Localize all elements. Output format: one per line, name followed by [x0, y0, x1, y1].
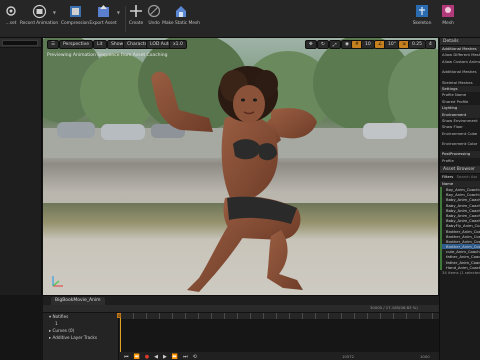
sequencer-panel: BigBookMovie_Anim ▾ Notifies 1 ▸ Curves …: [43, 295, 439, 360]
sequencer-tab-label: BigBookMovie_Anim: [55, 298, 101, 303]
axis-gizmo: [52, 276, 63, 287]
frame-readout: 30000 / 17.185(06.83 %): [370, 305, 418, 310]
lit-button[interactable]: Lit: [93, 40, 107, 49]
scale-icon: ⤢: [333, 42, 337, 48]
track-label: 1: [55, 321, 58, 326]
perspective-label: Perspective: [63, 42, 90, 47]
asset-browser-tab-label: Asset Browser: [443, 167, 475, 173]
globe-icon: ◉: [345, 42, 349, 47]
scale-snap-label: 0.25: [412, 42, 423, 47]
asset-list-item[interactable]: father_Anim_Coaching: [440, 254, 480, 260]
record-icon[interactable]: ●: [145, 354, 149, 360]
perspective-button[interactable]: Perspective: [59, 40, 94, 49]
make-static-mesh-label: Make Static Mesh: [162, 21, 200, 26]
mesh-label: Mesh: [442, 21, 454, 26]
details-property-row[interactable]: Additional Meshes: [440, 69, 480, 75]
record-animation-icon: [31, 3, 47, 19]
translate-icon: ↻: [321, 42, 325, 47]
timeline-ruler[interactable]: [120, 313, 439, 319]
grid-snap-icon: #: [355, 42, 359, 47]
track-notifies[interactable]: ▾ Notifies: [43, 313, 118, 320]
left-panel-search-input[interactable]: [2, 40, 38, 46]
character-model[interactable]: [121, 48, 341, 293]
left-panel: [0, 38, 42, 295]
asset-list-item[interactable]: Brother_Anim_Coaching: [440, 228, 480, 234]
skeleton-mode-button[interactable]: Skeleton: [407, 3, 437, 26]
filters-button[interactable]: Filters: [442, 174, 453, 179]
details-property-row[interactable]: Environment Color: [440, 141, 480, 147]
end-frame-value: 10572: [342, 354, 355, 359]
mesh-icon: [440, 3, 456, 19]
asset-search-input[interactable]: Search Ass: [457, 174, 478, 179]
track-additive-layer[interactable]: ▸ Additive Layer Tracks: [43, 334, 118, 341]
main-toolbar: ...set Record Animation ▼ Compression Ex…: [0, 0, 480, 38]
export-asset-icon: [95, 3, 111, 19]
lit-label: Lit: [97, 42, 103, 47]
camera-speed-label: 4: [429, 42, 432, 47]
left-panel-header: [0, 38, 41, 48]
step-back-icon[interactable]: ⏪: [134, 354, 140, 360]
details-tab-label: Details: [443, 39, 459, 44]
track-curves[interactable]: ▸ Curves (0): [43, 327, 118, 334]
transport-controls: ⏮ ⏪ ● ◀ ▶ ⏩ ⏭ ⟲ 10572 1000: [120, 352, 439, 360]
details-property-row[interactable]: Environment Cube: [440, 131, 480, 137]
step-forward-icon[interactable]: ⏩: [172, 354, 178, 360]
playback-speed-label: x1.0: [173, 42, 183, 47]
static-mesh-icon: [173, 3, 189, 19]
asset-list: Boy_Anim_CoachingBoy_Anim_Coaching2Baby_…: [440, 187, 480, 271]
track-list: ▾ Notifies 1 ▸ Curves (0) ▸ Additive Lay…: [43, 313, 119, 360]
asset-status-text: 34 items (1 selected): [442, 270, 480, 276]
track-notify-1[interactable]: 1: [43, 320, 118, 327]
show-label: Show: [111, 42, 124, 47]
scale-snap-value[interactable]: 0.25: [408, 40, 427, 49]
sequencer-tab[interactable]: BigBookMovie_Anim: [51, 297, 105, 305]
range-end-value: 1000: [420, 354, 430, 359]
play-reverse-icon[interactable]: ◀: [154, 354, 158, 360]
rotation-snap-icon: ∠: [378, 42, 383, 47]
details-tab[interactable]: Details: [440, 38, 480, 46]
asset-list-item[interactable]: Baby_Anim_Coaching: [440, 197, 480, 203]
scale-snap-icon: ⇲: [402, 42, 406, 47]
track-label: Notifies: [52, 314, 69, 319]
details-property-row[interactable]: Profile: [440, 158, 480, 164]
grid-snap-value[interactable]: 10: [361, 40, 375, 49]
track-label: Additive Layer Tracks: [52, 335, 98, 340]
skeleton-label: Skeleton: [412, 21, 432, 26]
make-static-mesh-button[interactable]: Make Static Mesh: [158, 3, 204, 26]
camera-speed-button[interactable]: 4: [425, 40, 436, 49]
asset-browser-tab[interactable]: Asset Browser: [440, 166, 480, 175]
skip-to-start-icon[interactable]: ⏮: [124, 354, 129, 360]
rotation-snap-label: 10°: [388, 42, 396, 47]
details-property-row[interactable]: Allow Custom Animation: [440, 59, 480, 65]
details-property-row[interactable]: Allow Different Mesh: [440, 52, 480, 58]
right-panel: Details Additional Meshes Allow Different…: [439, 38, 480, 360]
skip-to-end-icon[interactable]: ⏭: [183, 354, 188, 360]
toolbar-item-label: ...set: [5, 21, 17, 26]
asset-filter-bar: Filters Search Ass: [440, 174, 480, 180]
skeleton-icon: [414, 3, 430, 19]
playhead-frame-label: 0: [117, 313, 122, 318]
grid-snap-label: 10: [365, 42, 371, 47]
viewport[interactable]: ☰ Perspective Lit Show Character LOD Aut…: [43, 38, 438, 295]
viewport-options-button[interactable]: ☰: [47, 40, 60, 49]
menu-icon: ☰: [51, 42, 56, 47]
track-label: Curves (0): [52, 328, 75, 333]
select-icon: ✥: [309, 42, 313, 47]
timeline-area[interactable]: 0 30000 / 17.185(06.83 %) ⏮ ⏪ ● ◀ ▶ ⏩ ⏭ …: [117, 305, 439, 360]
loop-icon[interactable]: ⟲: [193, 354, 197, 360]
asset-list-item[interactable]: BabyFly_Anim_Coaching: [440, 223, 480, 229]
details-list: Additional Meshes Allow Different Mesh All…: [440, 46, 480, 164]
play-icon[interactable]: ▶: [163, 354, 167, 360]
mesh-mode-button[interactable]: Mesh: [437, 3, 459, 26]
